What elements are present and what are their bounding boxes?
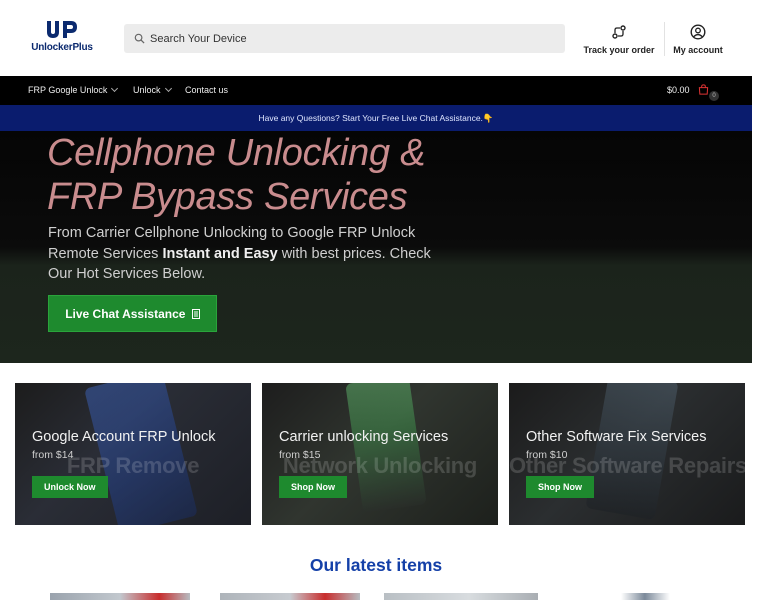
- site-logo[interactable]: UnlockerPlus: [30, 20, 94, 56]
- card-title: Carrier unlocking Services: [279, 429, 449, 445]
- my-account-link[interactable]: My account: [670, 24, 726, 58]
- product-thumbnail[interactable]: [50, 593, 190, 600]
- chevron-down-icon: [111, 84, 119, 93]
- hero-title-line-2: FRP Bypass Services: [47, 176, 408, 218]
- search-icon: [134, 33, 145, 44]
- logo-mark-icon: [47, 21, 77, 38]
- hero-desc-emphasis: Instant and Easy: [162, 245, 278, 262]
- shopping-bag-icon[interactable]: [698, 84, 709, 95]
- hero-title: Cellphone Unlocking & FRP Bypass Service…: [47, 131, 467, 219]
- product-thumbnail[interactable]: [572, 593, 712, 600]
- service-card-carrier[interactable]: Network Unlocking Carrier unlocking Serv…: [262, 383, 498, 525]
- main-nav: FRP Google Unlock Unlock Contact us $0.0…: [0, 76, 752, 105]
- shop-now-button[interactable]: Shop Now: [279, 476, 347, 498]
- card-price: from $10: [526, 449, 568, 461]
- unlock-now-button[interactable]: Unlock Now: [32, 476, 108, 498]
- live-chat-button[interactable]: Live Chat Assistance: [48, 295, 217, 332]
- live-chat-button-label: Live Chat Assistance: [65, 307, 186, 321]
- nav-item-label: Unlock: [133, 85, 161, 95]
- site-header: UnlockerPlus Track your order: [0, 0, 760, 76]
- logo-text: UnlockerPlus: [31, 42, 93, 53]
- product-thumbnail[interactable]: [220, 593, 360, 600]
- page: UnlockerPlus Track your order: [0, 0, 760, 600]
- nav-item-contact-us[interactable]: Contact us: [185, 76, 228, 105]
- hero-title-line-1: Cellphone Unlocking &: [47, 132, 426, 174]
- nav-item-frp-google-unlock[interactable]: FRP Google Unlock: [28, 76, 119, 105]
- search-bar[interactable]: [124, 24, 565, 53]
- my-account-label: My account: [673, 45, 723, 55]
- card-price: from $14: [32, 449, 74, 461]
- shop-now-button[interactable]: Shop Now: [526, 476, 594, 498]
- chevron-down-icon: [164, 84, 172, 93]
- card-title: Other Software Fix Services: [526, 429, 707, 445]
- track-order-link[interactable]: Track your order: [582, 24, 656, 58]
- header-divider: [664, 22, 665, 56]
- cart-total[interactable]: $0.00: [667, 76, 690, 105]
- nav-item-label: Contact us: [185, 85, 229, 95]
- hero-description: From Carrier Cellphone Unlocking to Goog…: [48, 223, 438, 285]
- phone-image: [585, 383, 679, 521]
- service-card-frp[interactable]: FRP Remove Google Account FRP Unlock fro…: [15, 383, 251, 525]
- route-icon: [612, 25, 626, 39]
- search-input[interactable]: [150, 24, 550, 53]
- user-icon: [690, 24, 706, 40]
- live-chat-banner[interactable]: Have any Questions? Start Your Free Live…: [0, 105, 752, 131]
- card-price: from $15: [279, 449, 321, 461]
- service-card-software[interactable]: Other Software Repairs Other Software Fi…: [509, 383, 745, 525]
- product-thumbnail[interactable]: [384, 593, 538, 600]
- phone-image: [345, 383, 427, 513]
- hero-section: Cellphone Unlocking & FRP Bypass Service…: [0, 131, 752, 363]
- nav-item-label: FRP Google Unlock: [28, 85, 108, 95]
- track-order-label: Track your order: [583, 45, 655, 55]
- card-title: Google Account FRP Unlock: [32, 429, 216, 445]
- latest-items-heading: Our latest items: [309, 555, 443, 575]
- cart-count-badge: 0: [709, 91, 719, 101]
- document-icon: [191, 309, 200, 319]
- nav-item-unlock[interactable]: Unlock: [133, 76, 172, 105]
